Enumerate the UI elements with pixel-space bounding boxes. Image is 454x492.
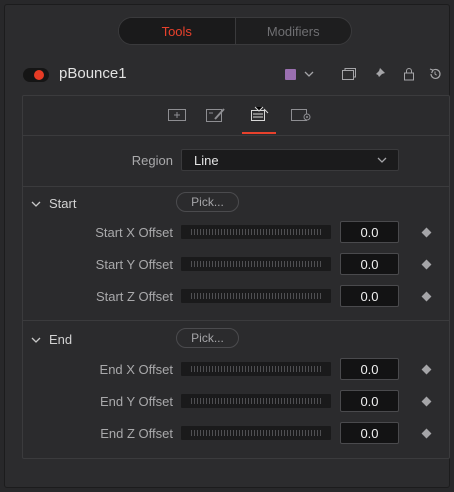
- settings-icon[interactable]: [289, 105, 313, 125]
- end-z-offset-label: End Z Offset: [100, 426, 173, 441]
- end-pick-button[interactable]: Pick...: [176, 328, 239, 348]
- start-section-header[interactable]: Start: [31, 196, 76, 211]
- inspector-panel: Tools Modifiers pBounce1 Region Line Sta…: [4, 4, 450, 488]
- end-x-offset-slider[interactable]: [181, 362, 331, 376]
- tab-modifiers[interactable]: Modifiers: [234, 18, 352, 44]
- end-section-title: End: [49, 332, 73, 347]
- start-x-offset-slider[interactable]: [181, 225, 331, 239]
- keyframe-icon[interactable]: [421, 428, 432, 439]
- tool-header: pBounce1: [13, 61, 449, 89]
- divider: [23, 186, 449, 187]
- start-pick-button[interactable]: Pick...: [176, 192, 239, 212]
- inspector-tabs: Tools Modifiers: [118, 17, 352, 45]
- start-z-offset-slider[interactable]: [181, 289, 331, 303]
- chevron-down-icon: [376, 154, 388, 169]
- region-icon[interactable]: [247, 105, 271, 125]
- end-y-offset-input[interactable]: 0.0: [340, 390, 399, 412]
- end-y-offset-slider[interactable]: [181, 394, 331, 408]
- tab-tools[interactable]: Tools: [119, 18, 235, 44]
- keyframe-icon[interactable]: [421, 396, 432, 407]
- end-x-offset-input[interactable]: 0.0: [340, 358, 399, 380]
- region-label: Region: [131, 153, 173, 168]
- keyframe-icon[interactable]: [421, 364, 432, 375]
- end-z-offset-slider[interactable]: [181, 426, 331, 440]
- keyframe-icon[interactable]: [421, 227, 432, 238]
- start-z-offset-label: Start Z Offset: [95, 289, 173, 304]
- controls-panel: Region Line Start Pick... Start X Offset…: [22, 95, 450, 459]
- start-y-offset-input[interactable]: 0.0: [340, 253, 399, 275]
- reset-icon[interactable]: [425, 64, 445, 84]
- keyframe-icon[interactable]: [421, 291, 432, 302]
- start-x-offset-label: Start X Offset: [95, 225, 173, 240]
- chevron-down-icon: [31, 201, 41, 207]
- start-x-offset-input[interactable]: 0.0: [340, 221, 399, 243]
- tool-name[interactable]: pBounce1: [59, 65, 127, 82]
- active-tab-indicator: [242, 132, 276, 134]
- control-page-tabs: [23, 96, 449, 136]
- start-section-title: Start: [49, 196, 77, 211]
- chevron-down-icon[interactable]: [299, 64, 319, 84]
- pin-icon[interactable]: [369, 64, 389, 84]
- lock-icon[interactable]: [399, 64, 419, 84]
- start-y-offset-slider[interactable]: [181, 257, 331, 271]
- tool-enable-toggle[interactable]: [23, 68, 49, 82]
- region-value: Line: [194, 153, 219, 168]
- tool-color-swatch[interactable]: [285, 69, 296, 80]
- start-z-offset-input[interactable]: 0.0: [340, 285, 399, 307]
- start-y-offset-label: Start Y Offset: [95, 257, 173, 272]
- controls-icon[interactable]: [165, 105, 189, 125]
- end-section-header[interactable]: End: [31, 332, 72, 347]
- end-y-offset-label: End Y Offset: [100, 394, 173, 409]
- end-z-offset-input[interactable]: 0.0: [340, 422, 399, 444]
- window-icon[interactable]: [339, 64, 359, 84]
- divider: [23, 320, 449, 321]
- keyframe-icon[interactable]: [421, 259, 432, 270]
- region-dropdown[interactable]: Line: [181, 149, 399, 171]
- end-x-offset-label: End X Offset: [99, 362, 173, 377]
- chevron-down-icon: [31, 337, 41, 343]
- style-icon[interactable]: [204, 105, 228, 125]
- toggle-knob: [34, 70, 44, 80]
